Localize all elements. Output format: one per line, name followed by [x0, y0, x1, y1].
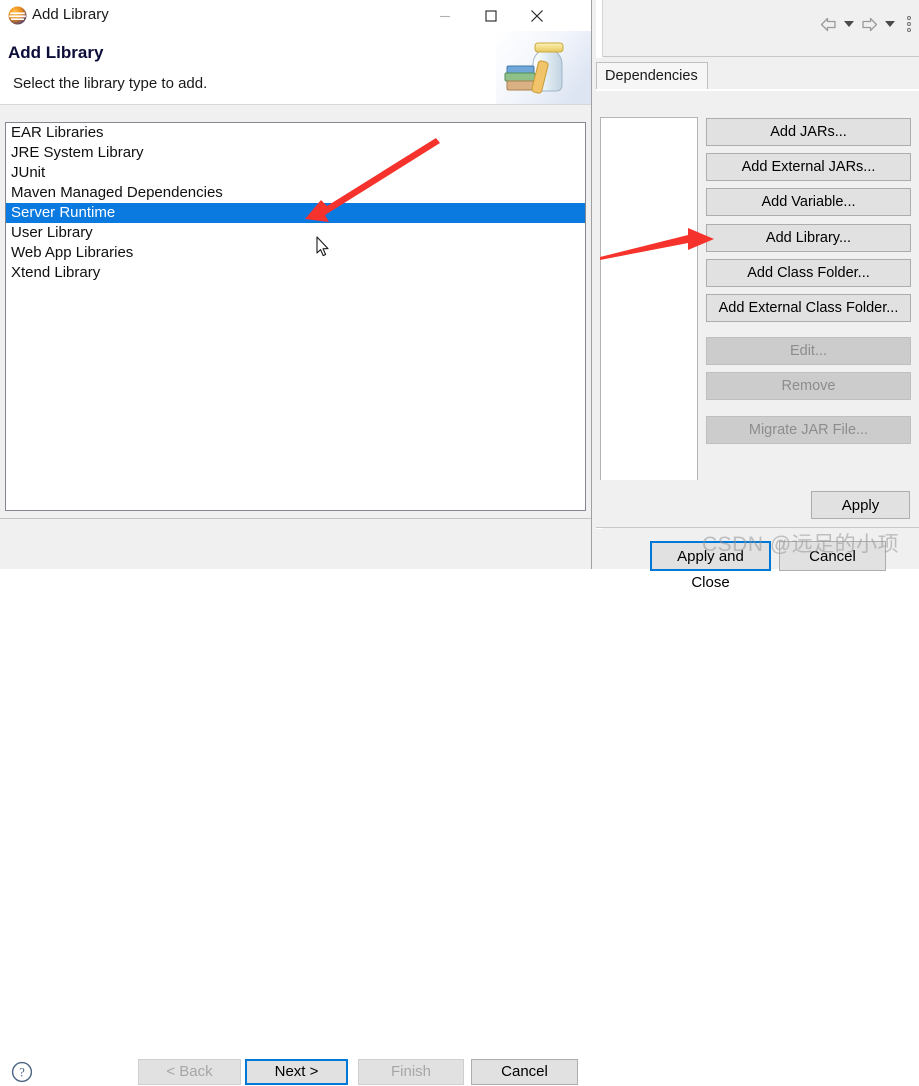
dialog-subtitle: Select the library type to add. [13, 75, 208, 92]
next-button[interactable]: Next > [245, 1059, 348, 1085]
forward-dropdown-chevron-down-icon[interactable] [885, 21, 895, 27]
jar-with-books-icon [496, 31, 591, 105]
remove-button: Remove [706, 372, 911, 400]
list-item-selected[interactable]: Server Runtime [6, 203, 585, 223]
dialog-title: Add Library [32, 6, 109, 23]
back-button: < Back [138, 1059, 241, 1085]
library-type-list[interactable]: EAR Libraries JRE System Library JUnit M… [5, 122, 586, 511]
apply-bar: Apply [596, 480, 919, 528]
maximize-icon[interactable] [468, 0, 514, 31]
classpath-entries-tree[interactable] [600, 117, 698, 501]
dialog-titlebar: Add Library [0, 0, 591, 31]
list-item[interactable]: User Library [6, 223, 585, 243]
edit-button: Edit... [706, 337, 911, 365]
list-item[interactable]: JUnit [6, 163, 585, 183]
eclipse-logo-icon [8, 6, 27, 25]
list-item[interactable]: Maven Managed Dependencies [6, 183, 585, 203]
apply-button[interactable]: Apply [811, 491, 910, 519]
toolbar-nav-group [820, 16, 911, 32]
finish-button: Finish [358, 1059, 464, 1085]
list-item[interactable]: JRE System Library [6, 143, 585, 163]
background-tabstrip: Dependencies [596, 58, 919, 90]
list-item[interactable]: Xtend Library [6, 263, 585, 283]
background-toolbar [596, 0, 919, 57]
add-external-jars-button[interactable]: Add External JARs... [706, 153, 911, 181]
close-icon[interactable] [514, 0, 560, 31]
vertical-dots-menu-icon[interactable] [906, 16, 911, 32]
back-arrow-icon[interactable] [820, 17, 837, 32]
minimize-icon[interactable] [422, 0, 468, 31]
tab-dependencies[interactable]: Dependencies [596, 62, 708, 90]
cancel-button[interactable]: Cancel [471, 1059, 578, 1085]
add-external-class-folder-button[interactable]: Add External Class Folder... [706, 294, 911, 322]
list-item[interactable]: Web App Libraries [6, 243, 585, 263]
background-content-area: Add JARs... Add External JARs... Add Var… [596, 91, 919, 501]
apply-and-close-button[interactable]: Apply and Close [650, 541, 771, 591]
dialog-body: EAR Libraries JRE System Library JUnit M… [0, 105, 591, 518]
add-class-folder-button[interactable]: Add Class Folder... [706, 259, 911, 287]
add-library-dialog: Add Library Add Library Select the libra… [0, 0, 592, 1085]
migrate-jar-file-button: Migrate JAR File... [706, 416, 911, 444]
add-jars-button[interactable]: Add JARs... [706, 118, 911, 146]
list-item[interactable]: EAR Libraries [6, 123, 585, 143]
dialog-header: Add Library Select the library type to a… [0, 31, 591, 105]
back-dropdown-chevron-down-icon[interactable] [844, 21, 854, 27]
dialog-footer: ? < Back Next > Finish Cancel [0, 519, 591, 1085]
dialog-bottom-bar: Apply and Close Cancel [596, 529, 919, 591]
dialog-heading: Add Library [8, 43, 104, 62]
add-variable-button[interactable]: Add Variable... [706, 188, 911, 216]
add-library-button[interactable]: Add Library... [706, 224, 911, 252]
svg-text:?: ? [19, 1066, 25, 1080]
forward-arrow-icon[interactable] [861, 17, 878, 32]
toolbar-left-strip [596, 0, 603, 57]
background-cancel-button[interactable]: Cancel [779, 541, 886, 571]
help-question-icon[interactable]: ? [11, 1061, 33, 1083]
